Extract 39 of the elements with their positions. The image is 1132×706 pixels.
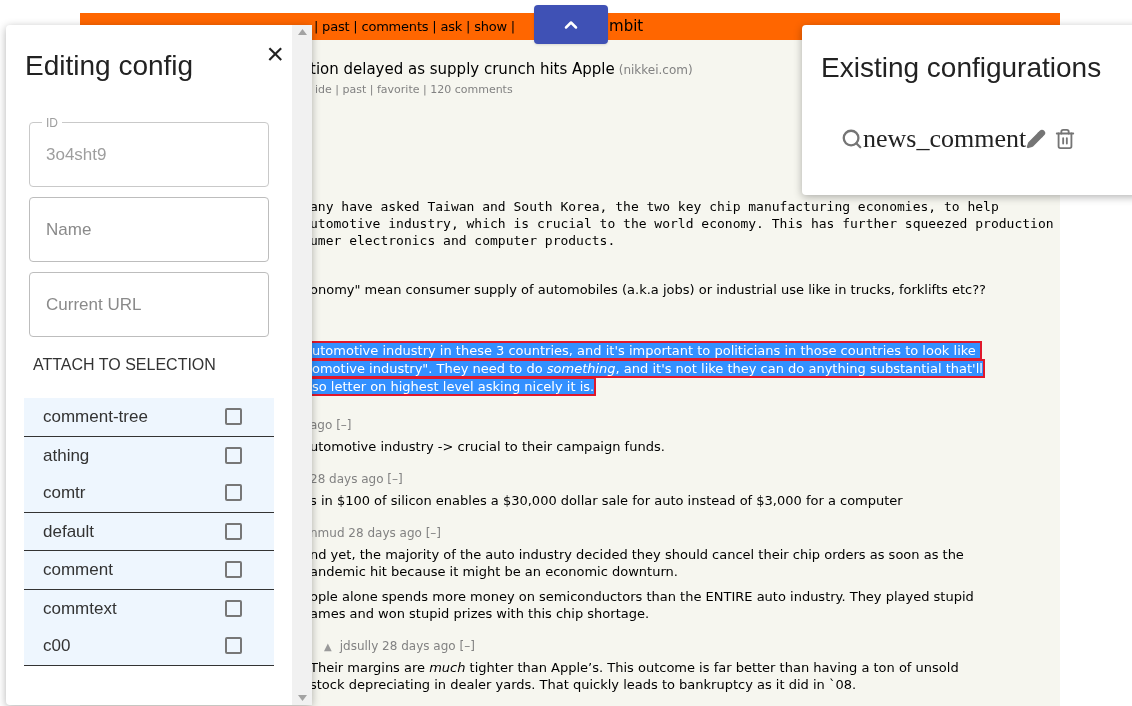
selected-text: omotive industry". They need to do something, and it's not like they can do anything substantial that'll xyxy=(310,359,985,378)
panel-title: Existing configurations xyxy=(821,51,1103,85)
selector-item[interactable]: comment-tree xyxy=(24,398,274,436)
scroll-up-arrow-icon[interactable] xyxy=(297,29,307,35)
checkbox[interactable] xyxy=(225,561,242,579)
story-domain[interactable]: (nikkei.com) xyxy=(618,61,693,79)
close-button[interactable]: × xyxy=(266,39,284,69)
selector-item[interactable]: default xyxy=(24,512,274,550)
checkbox[interactable] xyxy=(225,522,242,540)
config-name: news_comment xyxy=(863,123,1027,155)
selected-text: so letter on highest level asking nicely it is. xyxy=(310,377,597,396)
checkbox[interactable] xyxy=(225,446,242,464)
text-field[interactable]: Current URL xyxy=(29,272,269,337)
selector-item[interactable]: commtext xyxy=(24,589,274,627)
trash-icon[interactable] xyxy=(1054,127,1077,150)
comment-meta: jdsully 28 days ago [–] xyxy=(339,638,475,655)
checkbox[interactable] xyxy=(225,484,242,502)
comment-text: utomotive industry -> crucial to their campaign funds. xyxy=(310,438,666,455)
scroll-down-arrow-icon[interactable] xyxy=(297,695,307,701)
field-value: 3o4sht9 xyxy=(46,143,107,166)
selector-item[interactable]: athing xyxy=(24,436,274,474)
comment-text: Their margins are much tighter than Apple’s. This outcome is far better than having a ton of unsold stock depreciating in dealer yards. That quickly leads to bankruptcy as it did in `08. xyxy=(310,659,960,693)
panel-title: Editing config xyxy=(25,49,194,83)
nav-links[interactable]: | past | comments | ask | show | xyxy=(314,16,516,37)
comment-text: onomy" mean consumer supply of automobiles (a.k.a jobs) or industrial use like in trucks, forklifts etc?? xyxy=(310,281,987,298)
search-icon[interactable] xyxy=(841,127,863,150)
pencil-icon[interactable] xyxy=(1026,128,1047,149)
selector-item[interactable]: comment xyxy=(24,551,274,589)
selector-item[interactable]: c00 xyxy=(24,627,274,665)
scroll-up-button[interactable] xyxy=(534,5,608,44)
checkbox[interactable] xyxy=(225,637,242,655)
selector-item[interactable]: comtr xyxy=(24,474,274,512)
comment-meta: ago [–] xyxy=(310,417,352,434)
nav-link[interactable]: mbit xyxy=(609,15,644,38)
text-field[interactable]: Name xyxy=(29,197,269,262)
section-title: ATTACH TO SELECTION xyxy=(33,355,217,375)
checkbox[interactable] xyxy=(225,599,242,617)
checkbox[interactable] xyxy=(225,408,242,426)
story-subtext: ide | past | favorite | 120 comments xyxy=(315,81,514,98)
